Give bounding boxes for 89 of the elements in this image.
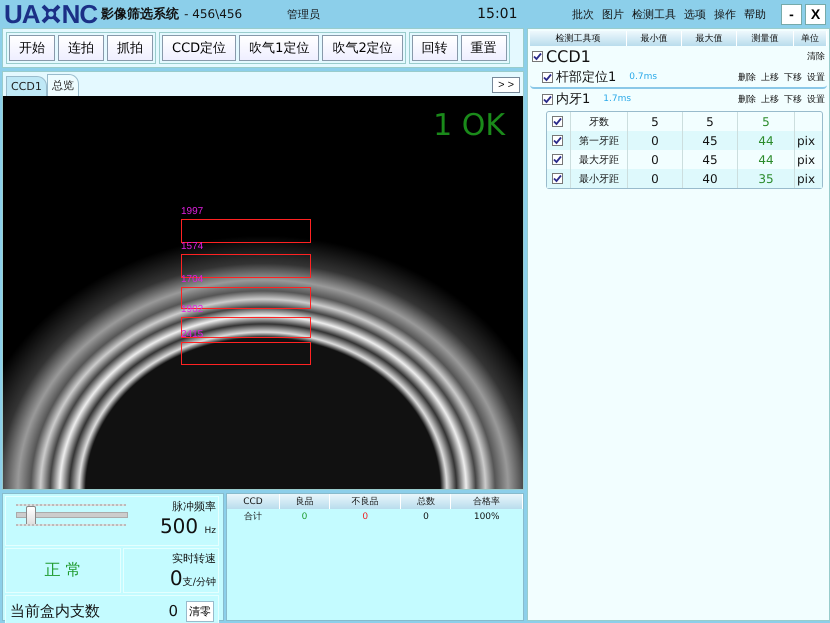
logo-text: UA [4,0,40,30]
more-button[interactable]: > > [492,77,520,93]
tool-action-link[interactable]: 上移 [761,70,779,84]
table-cell: 合计 [227,509,280,524]
tool-time: 1.7ms [603,94,632,104]
menu-item[interactable]: 检测工具 [632,6,676,22]
menu-item[interactable]: 批次 [572,6,594,22]
toolbar-button[interactable]: 连拍 [58,35,104,61]
tool-action-link[interactable]: 下移 [784,70,802,84]
tool-action-link[interactable]: 删除 [738,92,756,106]
param-value: 35 [738,169,795,188]
column-header: 最小值 [627,31,682,46]
slider-thumb[interactable] [26,506,36,526]
param-unit: pix [796,152,816,168]
app-subtitle: - 456\456 [184,7,242,21]
toolbar-button[interactable]: 吹气2定位 [322,35,403,61]
view-tab[interactable]: CCD1 [6,76,47,96]
clear-link[interactable]: 清除 [807,50,825,63]
param-max: 40 [683,169,738,188]
column-header: 良品 [279,494,330,509]
param-unit: pix [796,170,816,188]
result-label: 1 OK [433,108,505,143]
frequency-value: 500 [160,514,198,538]
toolbar-button[interactable]: 回转 [412,35,458,61]
roi-label: 1574 [181,241,204,252]
menu-item[interactable]: 选项 [684,6,706,22]
toolbar-button[interactable]: 抓拍 [107,35,153,61]
speed-value: 0 [170,566,183,590]
param-min: 0 [628,131,683,150]
tool-name: 内牙1 [556,91,590,108]
checkbox[interactable] [552,173,562,184]
checkbox[interactable] [542,94,553,104]
toolbar-button[interactable]: 重置 [460,35,507,61]
box-count-value: 0 [168,602,178,620]
param-min: 0 [628,169,683,188]
table-cell: 100% [450,509,522,524]
param-unit: pix [796,132,816,150]
menu-item[interactable]: 操作 [714,6,736,22]
reset-button[interactable]: 清零 [186,600,214,622]
frequency-unit: Hz [204,526,216,536]
checkbox[interactable] [552,154,562,165]
tool-name: 杆部定位1 [556,69,616,86]
tool-row[interactable]: 内牙1 1.7ms 删除 上移 下移 设置 [530,89,827,109]
checkbox[interactable] [552,135,562,146]
param-value: 44 [738,131,795,150]
tool-row[interactable]: 杆部定位1 0.7ms 删除 上移 下移 设置 [530,67,827,89]
speed-unit: 支/分钟 [182,577,216,588]
status-text: 正 常 [43,559,83,581]
column-header: CCD [227,494,280,509]
logo-icon [40,3,62,25]
checkbox[interactable] [532,51,543,62]
tool-time: 0.7ms [629,72,658,82]
tool-action-link[interactable]: 下移 [784,92,802,106]
column-header: 不良品 [329,494,401,509]
tool-action-link[interactable]: 设置 [807,70,825,84]
menu-item[interactable]: 帮助 [744,6,766,22]
view-tab[interactable]: 总览 [46,74,79,96]
logo-text: NC [62,0,98,30]
toolbar-button[interactable]: 吹气1定位 [239,35,320,61]
column-header: 最大值 [682,31,737,46]
tool-action-link[interactable]: 上移 [761,92,779,106]
minimize-button[interactable]: - [781,4,802,24]
checkbox[interactable] [552,116,562,127]
column-header: 单位 [794,31,827,46]
param-name: 最小牙距 [571,169,628,188]
clock-time: 15:01 [477,6,518,22]
column-header: 检测工具项 [530,31,627,46]
table-cell: 0 [329,509,401,524]
speed-label: 实时转速 [171,551,216,566]
roi-label: 1997 [181,206,204,217]
toolbar-button[interactable]: CCD定位 [162,35,236,61]
table-cell: 0 [279,509,330,524]
checkbox[interactable] [542,72,553,82]
app-title: 影像筛选系统 [101,6,180,23]
frequency-label: 脉冲频率 [171,499,216,514]
column-header: 测量值 [737,31,794,46]
box-count-label: 当前盒内支数 [10,602,101,620]
tool-action-link[interactable]: 删除 [738,70,756,84]
user-label: 管理员 [287,6,320,22]
tool-action-link[interactable]: 设置 [807,92,825,106]
column-header: 总数 [400,494,451,509]
camera-label: CCD1 [546,47,591,66]
column-header: 合格率 [450,494,522,509]
table-cell: 0 [400,509,451,524]
close-button[interactable]: X [805,4,826,24]
param-name: 第一牙距 [571,131,628,150]
param-max: 45 [683,131,738,150]
menu-item[interactable]: 图片 [602,6,624,22]
toolbar-button[interactable]: 开始 [9,35,55,61]
